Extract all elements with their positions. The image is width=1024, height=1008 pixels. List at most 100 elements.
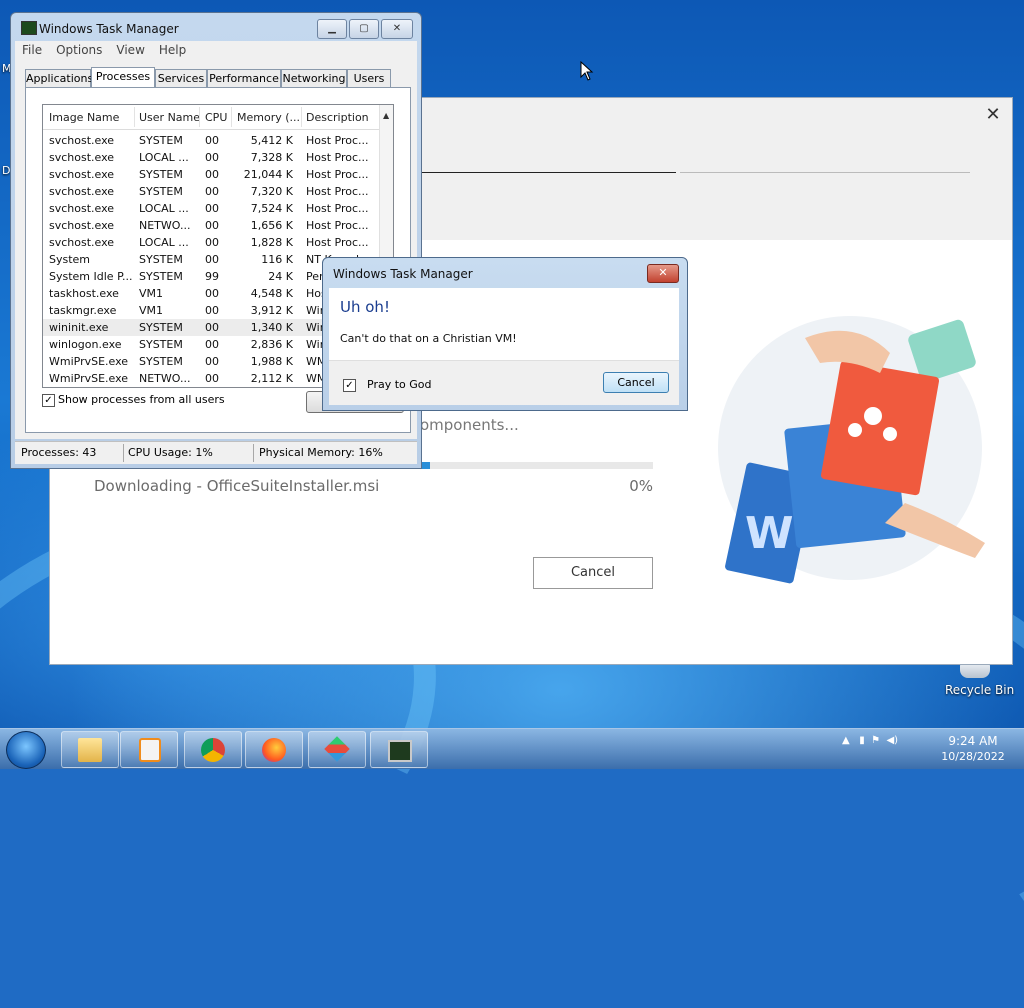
pray-checkbox[interactable]: ✓ <box>343 379 356 392</box>
process-cell: taskhost.exe <box>49 287 119 300</box>
process-cell: 3,912 K <box>250 304 293 317</box>
show-hidden-icons-icon[interactable]: ▲ <box>842 735 850 746</box>
taskbar-task-manager[interactable] <box>370 731 428 768</box>
volume-icon[interactable]: ◀) <box>886 735 898 746</box>
maximize-icon[interactable]: ▢ <box>349 19 379 39</box>
column-memory[interactable]: Memory (... <box>237 111 301 124</box>
firefox-icon <box>262 738 286 762</box>
process-cell: SYSTEM <box>139 270 183 283</box>
show-all-users-checkbox[interactable]: ✓ <box>42 394 55 407</box>
status-cpu: CPU Usage: 1% <box>128 446 213 459</box>
process-row[interactable]: svchost.exe LOCAL ... 00 7,328 K Host Proc..… <box>43 149 379 166</box>
tab-performance[interactable]: Performance <box>207 69 281 87</box>
process-cell: NETWO... <box>139 219 191 232</box>
process-cell: LOCAL ... <box>139 236 189 249</box>
clock-time: 9:24 AM <box>948 734 998 748</box>
process-cell: SYSTEM <box>139 134 183 147</box>
process-cell: 00 <box>205 355 219 368</box>
process-cell: 4,548 K <box>250 287 293 300</box>
installer-close-icon[interactable]: ✕ <box>980 104 1006 125</box>
process-cell: svchost.exe <box>49 185 115 198</box>
column-cpu[interactable]: CPU <box>205 111 231 124</box>
process-row[interactable]: svchost.exe SYSTEM 00 5,412 K Host Proc... <box>43 132 379 149</box>
clock[interactable]: 9:24 AM 10/28/2022 <box>930 733 1016 765</box>
process-cell: 1,656 K <box>250 219 293 232</box>
taskbar-chrome[interactable] <box>184 731 242 768</box>
menu-help[interactable]: Help <box>152 41 193 57</box>
mouse-cursor-icon <box>580 61 594 81</box>
taskbar-firefox[interactable] <box>245 731 303 768</box>
process-cell: 2,836 K <box>250 338 293 351</box>
status-memory: Physical Memory: 16% <box>259 446 383 459</box>
process-row[interactable]: svchost.exe LOCAL ... 00 7,524 K Host Proc..… <box>43 200 379 217</box>
process-cell: 00 <box>205 372 219 385</box>
process-cell: 21,044 K <box>243 168 293 181</box>
process-cell: SYSTEM <box>139 355 183 368</box>
status-processes: Processes: 43 <box>21 446 97 459</box>
process-cell: 7,320 K <box>250 185 293 198</box>
dialog-message: Can't do that on a Christian VM! <box>340 332 517 345</box>
menu-options[interactable]: Options <box>49 41 109 57</box>
process-cell: svchost.exe <box>49 236 115 249</box>
dialog-cancel-button[interactable]: Cancel <box>603 372 669 393</box>
network-icon[interactable]: ▮ <box>859 735 865 746</box>
process-cell: 00 <box>205 287 219 300</box>
installer-step-line-active <box>420 172 676 173</box>
tab-services[interactable]: Services <box>155 69 207 87</box>
task-manager-icon <box>388 740 412 762</box>
tab-networking[interactable]: Networking <box>281 69 347 87</box>
recycle-bin-label[interactable]: Recycle Bin <box>945 683 1014 697</box>
process-cell: 5,412 K <box>250 134 293 147</box>
process-cell: 24 K <box>268 270 293 283</box>
menu-file[interactable]: File <box>15 41 49 57</box>
taskbar-office[interactable] <box>308 731 366 768</box>
process-row[interactable]: svchost.exe SYSTEM 00 21,044 K Host Proc... <box>43 166 379 183</box>
folder-icon <box>78 738 102 762</box>
process-cell: 00 <box>205 168 219 181</box>
taskbar: ▲ ▮ ⚑ ◀) 9:24 AM 10/28/2022 <box>0 728 1024 769</box>
close-icon[interactable]: ✕ <box>381 19 413 39</box>
installer-step-line <box>680 172 970 173</box>
start-button[interactable] <box>6 731 46 769</box>
tab-applications[interactable]: Applications <box>25 69 93 87</box>
process-cell: SYSTEM <box>139 321 183 334</box>
recycle-bin-icon[interactable] <box>960 662 990 678</box>
process-cell: NETWO... <box>139 372 191 385</box>
column-description[interactable]: Description <box>306 111 376 124</box>
process-cell: Host Proc... <box>306 202 369 215</box>
process-row[interactable]: svchost.exe SYSTEM 00 7,320 K Host Proc... <box>43 183 379 200</box>
minimize-icon[interactable]: ▁ <box>317 19 347 39</box>
process-row[interactable]: svchost.exe LOCAL ... 00 1,828 K Host Proc..… <box>43 234 379 251</box>
show-all-users-label: Show processes from all users <box>58 393 225 406</box>
scroll-up-icon[interactable]: ▲ <box>383 111 389 120</box>
taskbar-explorer[interactable] <box>61 731 119 768</box>
clock-date: 10/28/2022 <box>941 750 1005 763</box>
dialog-footer: ✓ Pray to God Cancel <box>329 360 679 405</box>
installer-cancel-button[interactable]: Cancel <box>533 557 653 589</box>
process-cell: 116 K <box>261 253 293 266</box>
process-cell: VM1 <box>139 304 164 317</box>
dialog-close-icon[interactable]: ✕ <box>647 264 679 283</box>
process-cell: 00 <box>205 219 219 232</box>
column-user-name[interactable]: User Name <box>139 111 199 124</box>
menu-view[interactable]: View <box>109 41 151 57</box>
column-image-name[interactable]: Image Name <box>49 111 133 124</box>
process-cell: 00 <box>205 151 219 164</box>
office-suite-icon <box>324 736 350 762</box>
process-cell: Host Proc... <box>306 168 369 181</box>
process-cell: 00 <box>205 304 219 317</box>
taskbar-media-player[interactable] <box>120 731 178 768</box>
office-illustration: W <box>718 316 985 584</box>
process-row[interactable]: svchost.exe NETWO... 00 1,656 K Host Proc... <box>43 217 379 234</box>
process-cell: WmiPrvSE.exe <box>49 372 129 385</box>
error-dialog: Windows Task Manager ✕ Uh oh! Can't do t… <box>322 257 688 411</box>
process-cell: svchost.exe <box>49 202 115 215</box>
chrome-icon <box>201 738 225 762</box>
process-cell: wininit.exe <box>49 321 109 334</box>
tab-users[interactable]: Users <box>347 69 391 87</box>
installer-status-text: omponents... <box>420 416 519 434</box>
process-cell: svchost.exe <box>49 219 115 232</box>
tab-processes[interactable]: Processes <box>91 67 155 88</box>
process-cell: svchost.exe <box>49 168 115 181</box>
action-center-flag-icon[interactable]: ⚑ <box>871 735 880 746</box>
